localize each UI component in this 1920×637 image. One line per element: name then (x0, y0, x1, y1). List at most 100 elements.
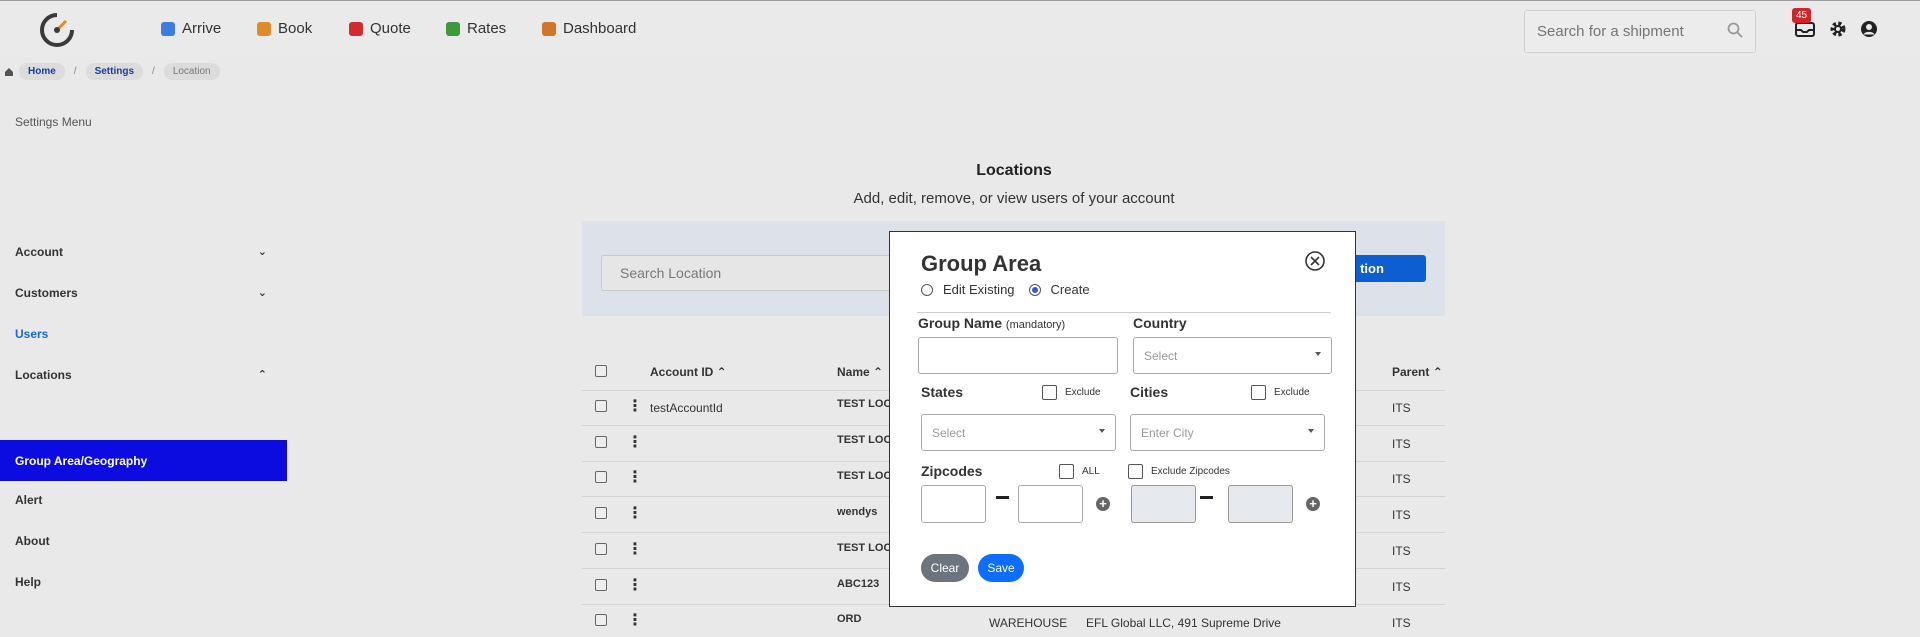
row-menu-icon[interactable]: ⋮ (627, 435, 643, 451)
breadcrumb: Home / Settings / Location (0, 63, 220, 80)
row-checkbox[interactable] (595, 579, 607, 591)
row-checkbox[interactable] (595, 614, 607, 626)
inbox-count-badge: 45 (1792, 8, 1812, 23)
row-menu-icon[interactable]: ⋮ (627, 542, 643, 558)
modal-divider (917, 312, 1331, 313)
nav-arrive[interactable]: Arrive (161, 20, 221, 37)
zip-from-input[interactable] (921, 485, 986, 523)
zip-to-input[interactable] (1018, 485, 1083, 523)
column-label: Parent (1392, 365, 1430, 379)
cell-parent: ITS (1392, 616, 1411, 630)
cities-label: Cities (1130, 384, 1169, 400)
sidebar-item-label: Locations (15, 367, 72, 382)
zip-all[interactable]: ALL (1059, 464, 1100, 479)
zipcodes-label: Zipcodes (921, 463, 983, 479)
zip-all-checkbox[interactable] (1059, 464, 1074, 479)
page-title: Locations (976, 162, 1052, 179)
chevron-down-icon (1315, 352, 1321, 356)
row-menu-icon[interactable]: ⋮ (627, 578, 643, 594)
clear-button[interactable]: Clear (921, 554, 969, 582)
home-icon[interactable] (4, 67, 14, 77)
chevron-up-icon: ⌃ (257, 369, 267, 381)
cell-parent: ITS (1392, 472, 1411, 486)
cities-exclude-checkbox[interactable] (1251, 385, 1266, 400)
column-parent[interactable]: Parent ⌃ (1392, 365, 1443, 379)
chevron-down-icon (1308, 429, 1314, 433)
sidebar-item-help[interactable]: Help (0, 561, 287, 602)
states-exclude-checkbox[interactable] (1042, 385, 1057, 400)
cell-name: TEST LOC (837, 470, 892, 482)
row-checkbox[interactable] (595, 436, 607, 448)
add-exclude-zip-range-icon[interactable]: + (1306, 497, 1320, 511)
states-exclude-label: Exclude (1065, 387, 1101, 398)
group-area-modal: Group Area Edit Existing Create Group Na… (889, 231, 1356, 607)
create-label: Create (1050, 282, 1090, 297)
sidebar-item-group-area[interactable]: Group Area/Geography (0, 440, 287, 481)
cities-exclude-label: Exclude (1274, 387, 1310, 398)
exclude-zip-from-input[interactable] (1131, 485, 1196, 523)
sort-up-icon: ⌃ (1429, 365, 1443, 379)
breadcrumb-home[interactable]: Home (19, 63, 65, 80)
sidebar-item-users[interactable]: Users (0, 313, 287, 354)
row-menu-icon[interactable]: ⋮ (627, 470, 643, 486)
column-account-id[interactable]: Account ID ⌃ (650, 365, 727, 379)
app-logo-icon[interactable] (38, 11, 76, 49)
sidebar-item-locations[interactable]: Locations ⌃ (0, 354, 287, 395)
zip-exclude[interactable]: Exclude Zipcodes (1128, 464, 1230, 479)
cities-exclude[interactable]: Exclude (1251, 385, 1310, 400)
mandatory-hint: (mandatory) (1005, 319, 1066, 331)
chevron-down-icon: ⌄ (257, 246, 267, 258)
breadcrumb-separator: / (73, 66, 77, 77)
states-exclude[interactable]: Exclude (1042, 385, 1101, 400)
breadcrumb-settings[interactable]: Settings (85, 63, 144, 80)
user-account-icon[interactable] (1860, 20, 1878, 38)
sidebar-item-customers[interactable]: Customers ⌄ (0, 272, 287, 313)
cell-name: TEST LOC (837, 542, 892, 554)
sidebar-item-alert[interactable]: Alert (0, 479, 287, 520)
row-checkbox[interactable] (595, 471, 607, 483)
shipment-search-input[interactable] (1525, 11, 1715, 52)
add-zip-range-icon[interactable]: + (1096, 497, 1110, 511)
sort-up-icon: ⌃ (713, 365, 727, 379)
states-select[interactable]: Select (921, 414, 1116, 451)
edit-existing-label: Edit Existing (943, 282, 1015, 297)
zip-exclude-checkbox[interactable] (1128, 464, 1143, 479)
row-menu-icon[interactable]: ⋮ (627, 613, 643, 629)
dashboard-icon (542, 21, 556, 36)
country-select[interactable]: Select (1133, 337, 1332, 374)
group-name-label-text: Group Name (918, 315, 1003, 331)
edit-existing-radio[interactable] (921, 283, 933, 296)
row-checkbox[interactable] (595, 507, 607, 519)
row-menu-icon[interactable]: ⋮ (627, 399, 643, 415)
sidebar-item-about[interactable]: About (0, 520, 287, 561)
create-radio[interactable] (1028, 283, 1041, 296)
group-name-input[interactable] (918, 337, 1118, 374)
mode-radio-group: Edit Existing Create (921, 282, 1090, 297)
nav-book[interactable]: Book (257, 20, 312, 37)
arrive-icon (161, 21, 175, 36)
location-search-input[interactable]: Search Location (601, 255, 891, 291)
row-checkbox[interactable] (595, 400, 607, 412)
column-name[interactable]: Name ⌃ (837, 365, 883, 379)
nav-quote[interactable]: Quote (349, 20, 411, 37)
close-icon[interactable] (1304, 250, 1326, 272)
breadcrumb-location: Location (163, 63, 220, 80)
sidebar-item-label: Group Area/Geography (15, 453, 148, 468)
cell-name: TEST LOC (837, 434, 892, 446)
save-button[interactable]: Save (978, 554, 1024, 582)
sidebar-item-label: Users (15, 326, 49, 341)
nav-rates[interactable]: Rates (446, 20, 506, 37)
exclude-zip-to-input[interactable] (1228, 485, 1293, 523)
select-all-checkbox[interactable] (595, 365, 607, 377)
shipment-search[interactable] (1524, 10, 1756, 53)
sidebar-item-account[interactable]: Account ⌄ (0, 231, 287, 272)
range-dash (996, 496, 1009, 499)
row-checkbox[interactable] (595, 543, 607, 555)
gear-icon[interactable] (1829, 20, 1847, 38)
search-icon[interactable] (1727, 22, 1743, 38)
nav-rates-label: Rates (467, 20, 507, 37)
rates-icon (446, 21, 460, 36)
nav-dashboard[interactable]: Dashboard (542, 20, 636, 37)
cities-select[interactable]: Enter City (1130, 414, 1325, 451)
row-menu-icon[interactable]: ⋮ (627, 506, 643, 522)
